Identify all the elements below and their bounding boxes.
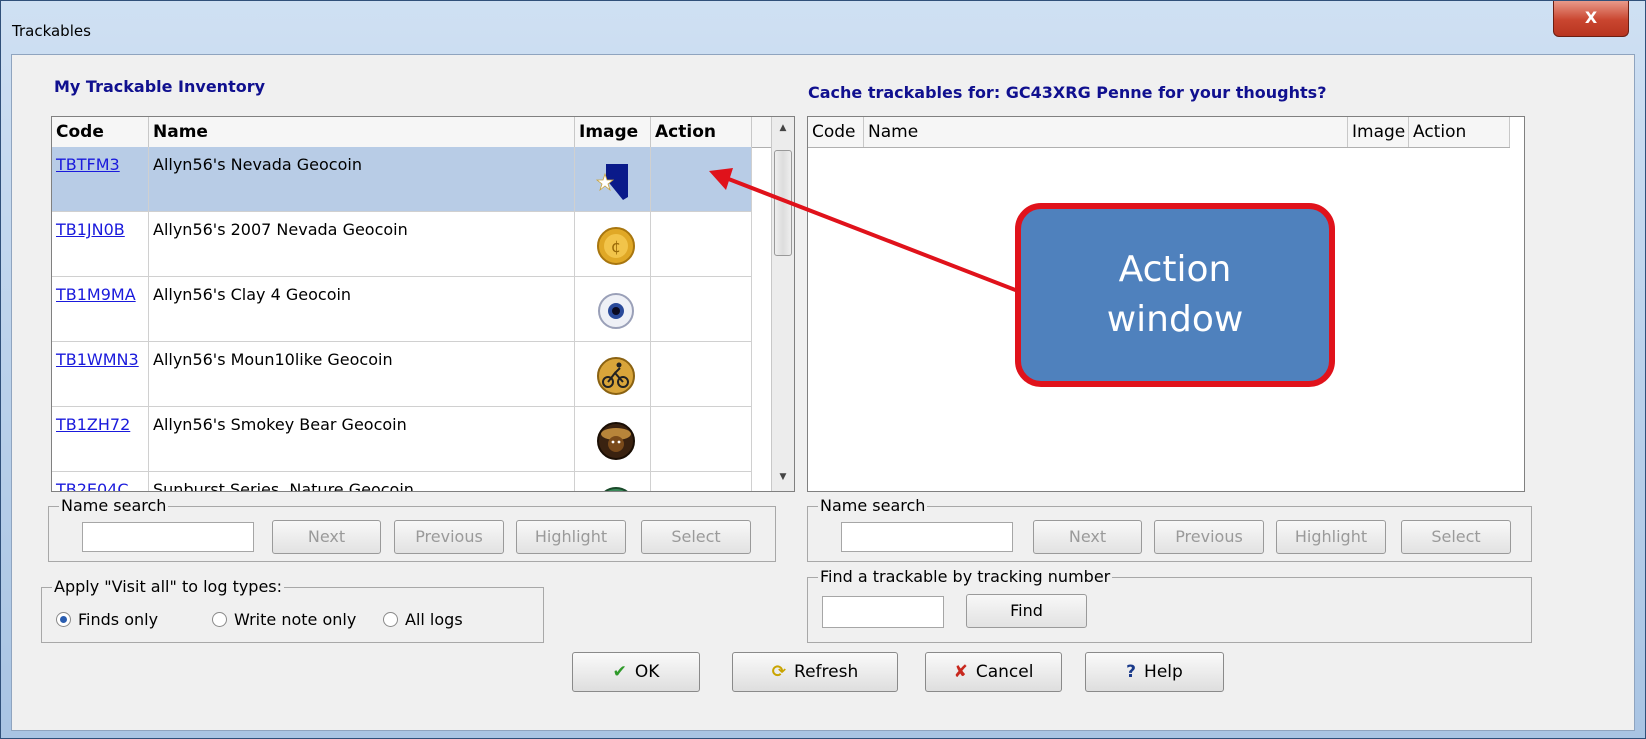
callout-text: Action window	[1106, 249, 1244, 340]
action-window-callout: Action window	[1015, 203, 1335, 387]
callout-arrow	[709, 168, 1019, 293]
